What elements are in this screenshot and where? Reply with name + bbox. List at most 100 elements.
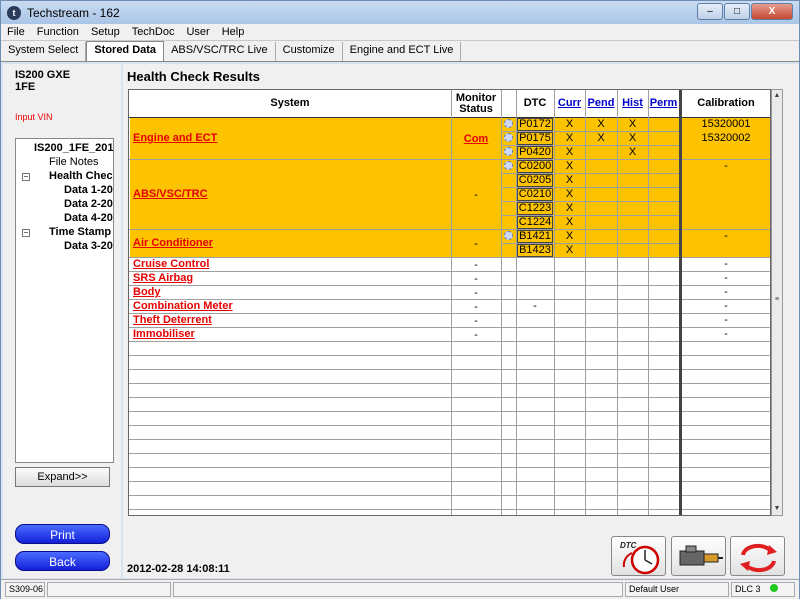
status-dlc: DLC 3 (731, 582, 795, 597)
header-curr[interactable]: Curr (554, 90, 585, 117)
row-line (129, 383, 770, 384)
header-dtc: DTC (523, 97, 547, 109)
calibration-value: - (724, 230, 728, 242)
engine-sensor-icon (679, 545, 723, 566)
system-name-abs-vsc-trc[interactable]: ABS/VSC/TRC (133, 188, 208, 200)
highlight-band (130, 159, 770, 229)
calibration-value: - (724, 160, 728, 172)
calibration-value: - (724, 272, 728, 284)
row-line (129, 313, 770, 314)
timestamp: 2012-02-28 14:08:11 (127, 563, 230, 575)
row-line (129, 467, 770, 468)
column-line (585, 90, 586, 515)
tree-node[interactable]: Data 2-201 (64, 198, 113, 211)
maximize-button[interactable]: □ (724, 3, 750, 20)
system-name-combination-meter[interactable]: Combination Meter (133, 300, 233, 312)
column-line (501, 90, 502, 515)
dtc-curr-flag: X (565, 188, 574, 200)
tab-stored-data[interactable]: Stored Data (86, 41, 165, 61)
header-pend[interactable]: Pend (585, 90, 617, 117)
row-line (129, 453, 770, 454)
row-line (129, 495, 770, 496)
input-vin-link[interactable]: Input VIN (15, 112, 53, 122)
dtc-curr-flag: X (565, 132, 574, 144)
data-tree[interactable]: IS200_1FE_2012 File Notes Health Check − Dat… (15, 138, 114, 463)
dtc-timer-icon: DTC (620, 541, 660, 575)
status-segment-1 (47, 582, 171, 597)
dtc-hist-flag: X (628, 132, 637, 144)
status-code: S309-06 (5, 582, 45, 597)
header-hist[interactable]: Hist (617, 90, 648, 117)
tree-node[interactable]: Data 4-201 (64, 212, 113, 225)
vertical-scrollbar[interactable]: ▲ ≡ ▼ (771, 89, 783, 516)
menu-setup[interactable]: Setup (85, 26, 126, 38)
monitor-status: - (474, 301, 478, 313)
tab-engine-and-ect-live[interactable]: Engine and ECT Live (343, 42, 462, 61)
tree-node[interactable]: Data 1-201 (64, 184, 113, 197)
title-bar: t Techstream - 162 – □ X (1, 1, 799, 24)
row-line (129, 411, 770, 412)
system-name-body[interactable]: Body (133, 286, 161, 298)
monitor-status: - (474, 238, 478, 250)
freeze-frame-icon[interactable] (504, 119, 513, 128)
close-button[interactable]: X (751, 3, 793, 20)
system-name-engine-and-ect[interactable]: Engine and ECT (133, 132, 217, 144)
freeze-frame-icon[interactable] (504, 147, 513, 156)
freeze-frame-icon[interactable] (504, 133, 513, 142)
connection-led (770, 584, 778, 592)
row-line (129, 327, 770, 328)
scroll-grip[interactable]: ≡ (772, 295, 782, 305)
tree-node[interactable]: Time Stamp (49, 226, 111, 239)
tab-customize[interactable]: Customize (276, 42, 343, 61)
back-button[interactable]: Back (15, 551, 110, 571)
system-name-immobiliser[interactable]: Immobiliser (133, 328, 195, 340)
collapse-toggle-icon[interactable]: − (22, 173, 30, 181)
header-perm[interactable]: Perm (648, 90, 679, 117)
system-name-theft-deterrent[interactable]: Theft Deterrent (133, 314, 212, 326)
menu-file[interactable]: File (1, 26, 31, 38)
engine-sensor-button[interactable] (671, 536, 726, 576)
collapse-toggle-icon[interactable]: − (22, 229, 30, 237)
menu-techdoc[interactable]: TechDoc (126, 26, 181, 38)
dtc-pend-flag: X (597, 118, 605, 130)
dtc-curr-flag: X (565, 216, 574, 228)
refresh-button[interactable] (730, 536, 785, 576)
monitor-status: - (474, 315, 478, 327)
menu-help[interactable]: Help (216, 26, 251, 38)
tree-node[interactable]: Health Check (49, 170, 113, 183)
dtc-curr-flag: X (565, 146, 574, 158)
tab-bar: System Select Stored Data ABS/VSC/TRC Live… (1, 41, 799, 62)
row-line (129, 159, 770, 160)
system-name-srs-airbag[interactable]: SRS Airbag (133, 272, 193, 284)
tab-system-select[interactable]: System Select (1, 42, 87, 61)
scroll-down-arrow[interactable]: ▼ (772, 504, 782, 514)
tab-abs-vsc-trc-live[interactable]: ABS/VSC/TRC Live (164, 42, 276, 61)
dtc-curr-flag: X (565, 118, 574, 130)
dtc-code: C0205 (518, 174, 552, 186)
scroll-up-arrow[interactable]: ▲ (772, 91, 782, 101)
tree-node[interactable]: File Notes (49, 156, 99, 169)
menu-user[interactable]: User (180, 26, 215, 38)
freeze-frame-icon[interactable] (504, 231, 513, 240)
freeze-frame-icon[interactable] (504, 161, 513, 170)
calibration-value: 15320002 (701, 132, 751, 144)
row-line (129, 397, 770, 398)
status-bar: S309-06 Default User DLC 3 (1, 579, 799, 599)
system-name-cruise-control[interactable]: Cruise Control (133, 258, 209, 270)
expand-button[interactable]: Expand>> (15, 467, 110, 487)
print-button[interactable]: Print (15, 524, 110, 544)
menu-function[interactable]: Function (31, 26, 85, 38)
status-segment-2 (173, 582, 623, 597)
monitor-status[interactable]: Com (451, 132, 501, 146)
tree-node[interactable]: Data 3-201 (64, 240, 113, 253)
dtc-code: - (533, 300, 537, 312)
calibration-value: - (724, 314, 728, 326)
menu-bar: File Function Setup TechDoc User Help (1, 24, 799, 41)
minimize-button[interactable]: – (697, 3, 723, 20)
header-monitor: Monitor Status (455, 91, 497, 115)
tree-node[interactable]: IS200_1FE_2012 (34, 142, 113, 155)
dtc-timer-button[interactable]: DTC (611, 536, 666, 576)
status-user: Default User (625, 582, 729, 597)
system-name-air-conditioner[interactable]: Air Conditioner (133, 237, 213, 249)
row-line (129, 271, 770, 272)
